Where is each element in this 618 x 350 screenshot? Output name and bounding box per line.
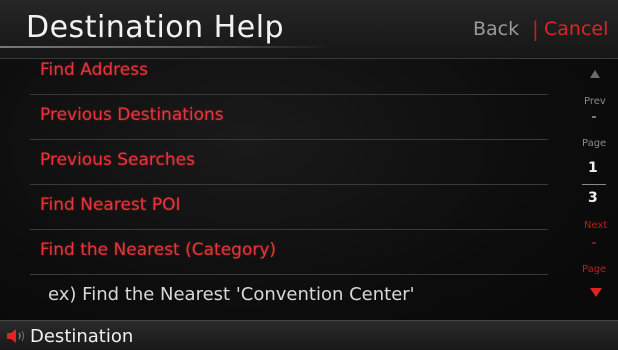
- page-navigator: Prev Page 1 3 Next Page: [568, 62, 618, 312]
- divider: [592, 116, 596, 118]
- list-item-previous-searches[interactable]: Previous Searches: [30, 140, 548, 185]
- title-underline: [0, 46, 330, 48]
- page-fraction-line: [582, 184, 606, 185]
- back-button[interactable]: Back: [473, 18, 519, 40]
- divider: [592, 242, 596, 244]
- header-separator: |: [532, 17, 539, 41]
- list-item-label: Find the Nearest (Category): [40, 240, 277, 260]
- list-item-label: Previous Searches: [40, 150, 195, 170]
- next-page-arrow-icon[interactable]: [590, 288, 602, 297]
- status-bar: Destination: [0, 320, 618, 350]
- speaker-icon: [7, 329, 25, 343]
- prev-page-arrow-icon[interactable]: [590, 70, 600, 78]
- destination-help-screen: Destination Help Back | Cancel Find Addr…: [0, 0, 618, 350]
- page-title: Destination Help: [26, 10, 285, 45]
- list-item-label: Find Nearest POI: [40, 195, 181, 215]
- total-pages-number: 3: [588, 190, 598, 206]
- list-item-find-address[interactable]: Find Address: [30, 50, 548, 95]
- list-item-find-nearest-category[interactable]: Find the Nearest (Category): [30, 230, 548, 275]
- example-hint-row: ex) Find the Nearest 'Convention Center': [0, 276, 558, 316]
- cancel-button[interactable]: Cancel: [544, 18, 608, 40]
- next-label[interactable]: Next: [584, 220, 607, 231]
- list-item-label: Find Address: [40, 60, 148, 80]
- list-item-label: Previous Destinations: [40, 105, 224, 125]
- prev-label[interactable]: Prev: [584, 96, 606, 107]
- list-item-find-nearest-poi[interactable]: Find Nearest POI: [30, 185, 548, 230]
- list-item-previous-destinations[interactable]: Previous Destinations: [30, 95, 548, 140]
- next-page-label[interactable]: Page: [582, 264, 606, 275]
- help-topic-list: Find Address Previous Destinations Previ…: [0, 50, 558, 275]
- example-hint-text: ex) Find the Nearest 'Convention Center': [48, 284, 415, 305]
- current-page-number: 1: [588, 160, 598, 176]
- status-mode-label: Destination: [30, 326, 134, 347]
- page-label: Page: [582, 138, 607, 149]
